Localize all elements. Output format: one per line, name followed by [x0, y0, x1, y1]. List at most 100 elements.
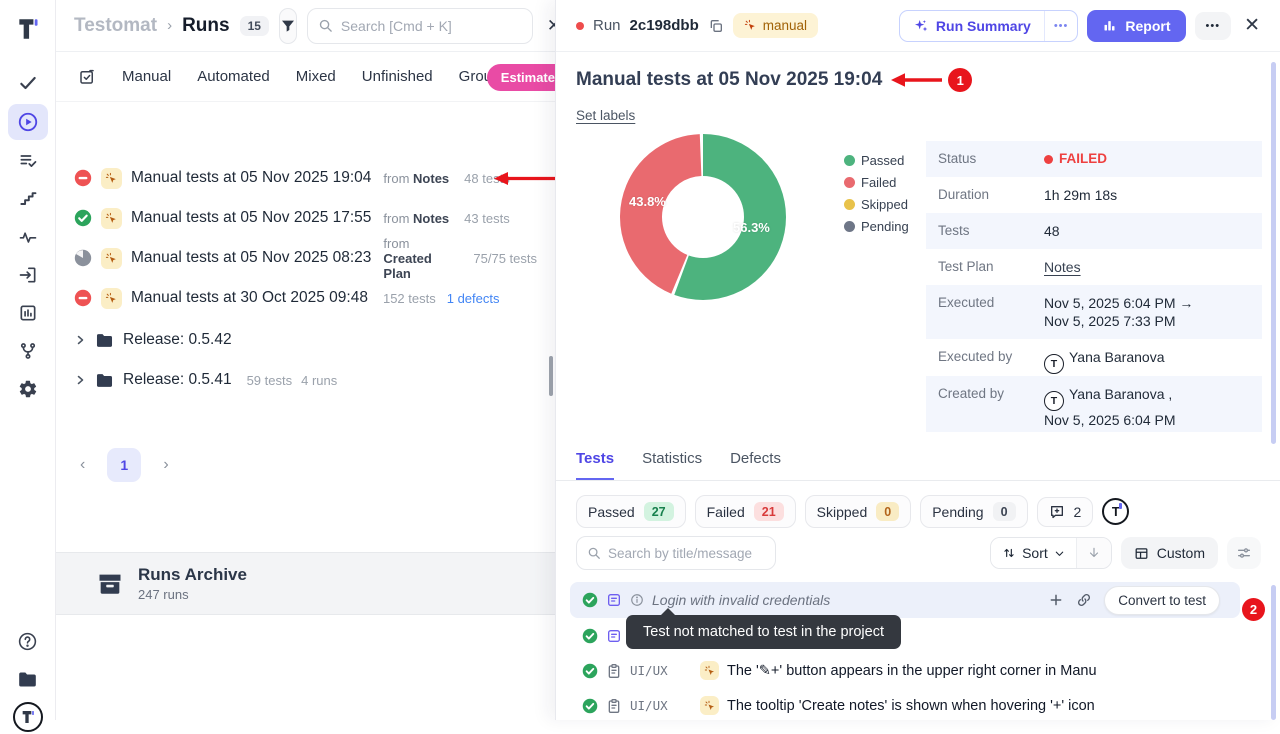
run-row[interactable]: Manual tests at 05 Nov 2025 19:04 from N…	[56, 158, 555, 198]
legend-item-skipped[interactable]: Skipped	[844, 197, 909, 212]
tests-search[interactable]	[576, 536, 776, 570]
breadcrumb-section: Runs	[182, 15, 230, 37]
chevron-right-icon[interactable]	[74, 334, 86, 346]
legend-item-pending[interactable]: Pending	[844, 219, 909, 234]
filter-chip-comments[interactable]: 2	[1037, 497, 1094, 527]
run-row[interactable]: Manual tests at 05 Nov 2025 08:23 from C…	[56, 238, 555, 278]
manual-run-icon	[101, 248, 122, 269]
detail-close-button[interactable]: ✕	[1240, 10, 1264, 41]
run-row[interactable]: Manual tests at 05 Nov 2025 17:55 from N…	[56, 198, 555, 238]
sidebar-item-analytics[interactable]	[8, 296, 48, 330]
legend-dot-skipped	[844, 199, 855, 210]
info-row-test-plan: Test Plan Notes	[926, 249, 1262, 285]
release-group-row[interactable]: Release: 0.5.42	[56, 320, 555, 360]
detail-scrollbar-bottom[interactable]	[1271, 585, 1276, 720]
test-row-case[interactable]: UI/UX The '✎+' button appears in the upp…	[556, 653, 1280, 688]
sidebar-item-import[interactable]	[8, 258, 48, 292]
pagination-prev[interactable]: ‹	[70, 450, 95, 480]
copy-icon[interactable]	[708, 18, 724, 34]
run-info-table: Status FAILED Duration 1h 29m 18s Tests …	[926, 141, 1262, 432]
test-suite-tag: UI/UX	[630, 663, 692, 678]
pagination-page-1[interactable]: 1	[107, 448, 141, 482]
sidebar-item-tasks[interactable]	[8, 66, 48, 100]
sidebar-item-test-cases[interactable]	[8, 144, 48, 178]
runs-list: Manual tests at 05 Nov 2025 19:04 from N…	[56, 158, 555, 400]
status-filter-chips: Passed27 Failed21 Skipped0 Pending0 2 T	[576, 495, 1129, 528]
info-row-created-by: Created by TYana Baranova , Nov 5, 2025 …	[926, 376, 1262, 432]
avatar-icon	[13, 702, 43, 732]
select-runs-icon[interactable]	[78, 68, 96, 86]
sidebar-item-runs[interactable]	[8, 104, 48, 140]
note-icon	[606, 592, 622, 608]
tab-unfinished[interactable]: Unfinished	[362, 68, 433, 85]
add-icon[interactable]	[1048, 592, 1064, 608]
set-labels-link[interactable]: Set labels	[576, 108, 635, 123]
test-title: Login with invalid credentials	[652, 592, 830, 608]
user-avatar: T	[1044, 354, 1064, 374]
run-summary-button[interactable]: Run Summary	[900, 11, 1044, 41]
comment-plus-icon	[1049, 504, 1065, 520]
tab-estimate-chip[interactable]: Estimate	[487, 64, 555, 91]
legend-item-failed[interactable]: Failed	[844, 175, 909, 190]
play-circle-icon	[17, 111, 39, 133]
detail-scrollbar-top[interactable]	[1271, 62, 1276, 444]
manual-run-icon	[101, 288, 122, 309]
filter-button[interactable]	[279, 8, 297, 44]
detail-more-button[interactable]: •••	[1195, 12, 1232, 40]
run-row[interactable]: Manual tests at 30 Oct 2025 09:48 152 te…	[56, 278, 555, 318]
legend-dot-pending	[844, 221, 855, 232]
custom-columns-button[interactable]: Custom	[1121, 537, 1218, 569]
breadcrumb-project[interactable]: Testomat	[74, 15, 157, 37]
legend-dot-failed	[844, 177, 855, 188]
report-button[interactable]: Report	[1087, 10, 1185, 42]
passed-status-icon	[74, 209, 92, 227]
filter-chip-failed[interactable]: Failed21	[695, 495, 796, 528]
pagination-next[interactable]: ›	[153, 450, 178, 480]
info-circle-icon	[630, 593, 644, 607]
release-group-row[interactable]: Release: 0.5.41 59 tests 4 runs	[56, 360, 555, 400]
app-logo[interactable]	[8, 12, 48, 46]
sidebar-item-projects[interactable]	[8, 662, 48, 696]
report-chart-icon	[1102, 18, 1117, 33]
link-icon[interactable]	[1076, 592, 1092, 608]
test-plan-link[interactable]: Notes	[1044, 249, 1081, 276]
sidebar-item-activity[interactable]	[8, 220, 48, 254]
sort-direction-button[interactable]	[1076, 538, 1111, 568]
sidebar-item-steps[interactable]	[8, 182, 48, 216]
profile-avatar[interactable]	[8, 700, 48, 734]
tab-automated[interactable]: Automated	[197, 68, 270, 85]
legend-item-passed[interactable]: Passed	[844, 153, 909, 168]
convert-to-test-button[interactable]: Convert to test	[1104, 586, 1220, 615]
sidebar-item-branches[interactable]	[8, 334, 48, 368]
assignee-filter-avatar[interactable]: T	[1102, 498, 1129, 525]
runs-search-input[interactable]	[341, 18, 522, 34]
runs-scrollbar[interactable]	[549, 356, 553, 396]
filter-chip-pending[interactable]: Pending0	[920, 495, 1027, 528]
tab-mixed[interactable]: Mixed	[296, 68, 336, 85]
chevron-right-icon[interactable]	[74, 374, 86, 386]
duration-value: 1h 29m 18s	[1044, 177, 1117, 204]
sort-button[interactable]: Sort	[991, 538, 1076, 568]
runs-search[interactable]	[307, 8, 533, 44]
run-summary-more-button[interactable]: •••	[1044, 11, 1078, 41]
info-row-executed: Executed Nov 5, 2025 6:04 PM → Nov 5, 20…	[926, 285, 1262, 339]
test-row-case[interactable]: UI/UX The tooltip 'Create notes' is show…	[556, 688, 1280, 723]
tab-tests[interactable]: Tests	[576, 450, 614, 480]
test-suite-tag: UI/UX	[630, 698, 692, 713]
run-defects-link[interactable]: 1 defects	[447, 291, 500, 306]
folder-icon	[95, 371, 114, 390]
tab-defects[interactable]: Defects	[730, 450, 781, 480]
tab-manual[interactable]: Manual	[122, 68, 171, 85]
runs-archive-row[interactable]: Runs Archive 247 runs	[56, 552, 555, 615]
sidebar-item-settings[interactable]	[8, 372, 48, 406]
failed-count-badge: 21	[754, 502, 784, 521]
tab-statistics[interactable]: Statistics	[642, 450, 702, 480]
filter-chip-skipped[interactable]: Skipped0	[805, 495, 912, 528]
close-panel-button[interactable]: ✕	[543, 12, 555, 40]
detail-title-row: Manual tests at 05 Nov 2025 19:04 1	[576, 68, 972, 92]
tests-search-input[interactable]	[608, 546, 758, 561]
filter-chip-passed[interactable]: Passed27	[576, 495, 686, 528]
sidebar-item-help[interactable]	[8, 624, 48, 658]
sliders-icon-button[interactable]	[1227, 537, 1261, 569]
manual-type-chip[interactable]: manual	[733, 13, 818, 38]
